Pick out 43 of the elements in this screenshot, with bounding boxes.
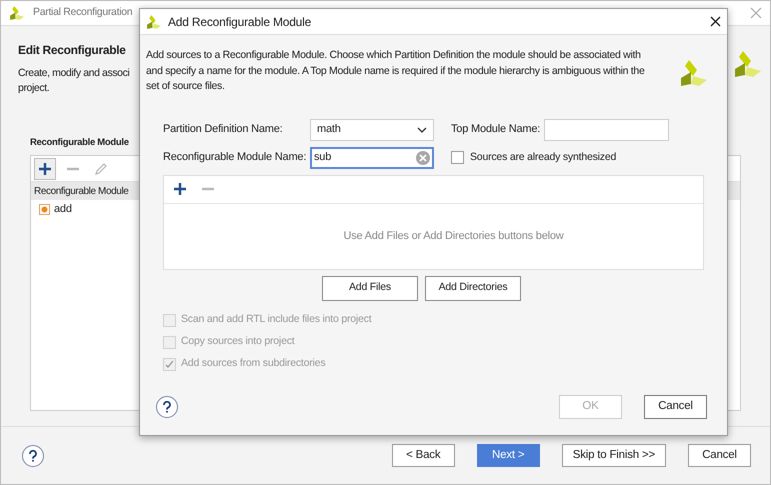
window-title: Partial Reconfiguration xyxy=(33,5,132,20)
clear-icon[interactable] xyxy=(416,150,430,164)
wizard-button[interactable]: Next > xyxy=(476,444,540,467)
module-icon xyxy=(39,204,50,215)
checkbox-label: Sources are already synthesized xyxy=(470,150,616,165)
wizard-button[interactable]: Cancel xyxy=(688,444,751,467)
page-heading: Edit Reconfigurable xyxy=(18,42,127,59)
logo-icon xyxy=(9,5,25,21)
description-text: project. xyxy=(18,81,50,96)
dialog-button[interactable]: Cancel xyxy=(644,395,707,419)
help-button[interactable] xyxy=(22,444,44,466)
field-label: Partition Definition Name: xyxy=(163,122,284,138)
checkbox-label: Copy sources into project xyxy=(181,334,294,350)
checkmark-icon xyxy=(165,360,174,368)
dialog-title: Add Reconfigurable Module xyxy=(168,14,312,30)
column-header: Reconfigurable Module xyxy=(34,184,128,199)
question-icon xyxy=(162,401,172,413)
add-button[interactable]: Add Files xyxy=(322,276,418,300)
field-label: Reconfigurable Module Name: xyxy=(163,150,308,166)
chevron-down-icon xyxy=(417,126,427,132)
empty-message: Use Add Files or Add Directories buttons below xyxy=(343,228,564,244)
table-cell[interactable]: add xyxy=(54,201,72,218)
field-label: Top Module Name: xyxy=(451,122,542,138)
checkbox[interactable] xyxy=(451,151,464,164)
add-button[interactable]: Add Directories xyxy=(425,276,521,300)
logo-icon xyxy=(733,49,763,79)
module-name-field[interactable]: sub xyxy=(310,146,434,168)
plus-icon[interactable] xyxy=(37,160,53,177)
help-button[interactable] xyxy=(156,396,178,418)
wizard-button[interactable]: < Back xyxy=(392,444,455,467)
partition-dropdown[interactable]: math xyxy=(310,118,434,140)
logo-icon xyxy=(679,58,709,88)
description-text: Create, modify and associ xyxy=(18,66,130,81)
panel-title: Reconfigurable Module xyxy=(30,136,130,150)
dialog-description: Add sources to a Reconfigurable Module. Choose which Partition Definition the module should be associated with and specify a name for the module. A Top Module name is required if the module hierarchy is ambiguous within the set of source files. xyxy=(146,48,646,94)
top-module-field[interactable] xyxy=(544,118,669,140)
wizard-button[interactable]: Skip to Finish >> xyxy=(562,444,666,467)
question-icon xyxy=(28,450,38,462)
checkbox-label: Add sources from subdirectories xyxy=(181,356,326,372)
close-icon[interactable] xyxy=(710,16,721,27)
logo-icon xyxy=(146,14,162,30)
checkbox-label: Scan and add RTL include files into project xyxy=(181,312,372,328)
plus-icon[interactable] xyxy=(172,181,188,197)
